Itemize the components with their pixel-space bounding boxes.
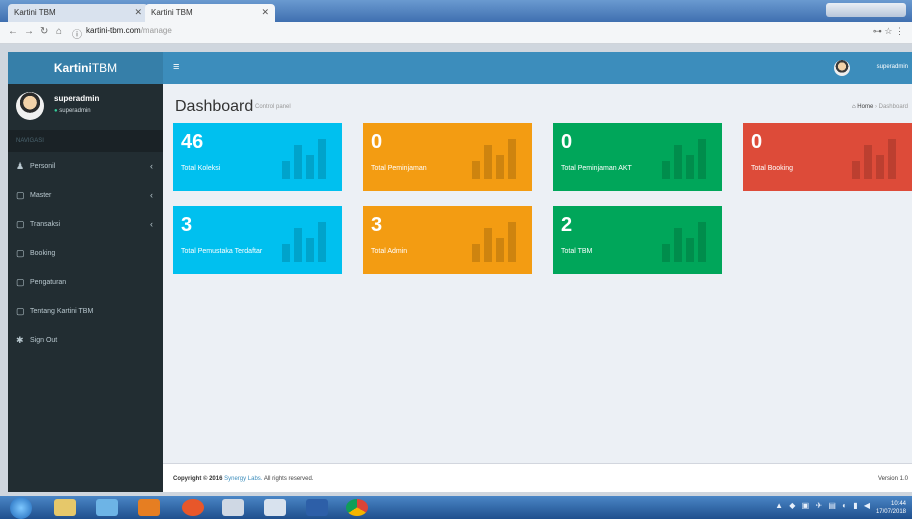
reload-icon[interactable]: ↻ [40, 26, 48, 37]
user-name: superadmin [54, 94, 100, 103]
stat-box-total-peminjaman-akt[interactable]: 0 Total Peminjaman AKT [553, 123, 722, 191]
close-icon[interactable]: ✕ [134, 7, 142, 18]
stat-box-total-koleksi[interactable]: 46 Total Koleksi [173, 123, 342, 191]
sidebar-section-header: NAVIGASI [8, 130, 163, 152]
home-icon[interactable]: ⌂ [56, 26, 62, 37]
content-header: Dashboard Control panel ⌂ Home › Dashboa… [163, 84, 912, 120]
back-icon[interactable]: ← [8, 26, 18, 37]
tab-title: Kartini TBM [151, 8, 193, 17]
top-user-name[interactable]: superadmin [877, 64, 908, 70]
sidebar-item-transaksi[interactable]: ▢ Transaksi ‹ [8, 210, 163, 239]
app-icon[interactable] [96, 499, 118, 516]
app-icon[interactable] [222, 499, 244, 516]
stat-box-total-admin[interactable]: 3 Total Admin [363, 206, 532, 274]
stat-box-total-peminjaman[interactable]: 0 Total Peminjaman [363, 123, 532, 191]
file-icon: ▢ [16, 306, 25, 316]
bookmark-star-icon[interactable]: ⊶ ☆ ⋮ [873, 26, 904, 37]
info-icon: ⓘ [72, 30, 82, 41]
avatar[interactable] [834, 60, 850, 76]
sidebar-item-pengaturan[interactable]: ▢ Pengaturan [8, 268, 163, 297]
admin-app: KartiniTBM superadmin ● superadmin NAVIG… [8, 52, 912, 492]
version-label: Version 1.0 [877, 476, 908, 482]
power-icon: ✱ [16, 335, 24, 345]
browser-tab[interactable]: Kartini TBM ✕ [8, 4, 148, 22]
bar-chart-icon [282, 135, 326, 179]
user-status: ● superadmin [54, 108, 91, 114]
firefox-icon[interactable] [182, 499, 204, 516]
url-field[interactable]: kartini-tbm.com/manage [86, 26, 172, 35]
company-link[interactable]: Synergy Labs. [224, 476, 262, 482]
bar-chart-icon [472, 218, 516, 262]
stat-box-total-pemustaka[interactable]: 3 Total Pemustaka Terdaftar [173, 206, 342, 274]
chevron-left-icon: ‹ [150, 219, 153, 229]
sidebar-item-master[interactable]: ▢ Master ‹ [8, 181, 163, 210]
page-title: Dashboard [175, 98, 254, 115]
sidebar-item-personil[interactable]: ♟ Personil ‹ [8, 152, 163, 181]
os-taskbar: ▲ ◆ ▣ ✈ ▤ ◐ ▮ ◀ 10:44 17/07/2018 [0, 496, 912, 519]
file-icon: ▢ [16, 248, 25, 258]
footer: Copyright © 2016 Synergy Labs. All right… [163, 463, 912, 492]
clock[interactable]: 10:44 17/07/2018 [876, 500, 906, 516]
user-panel: superadmin ● superadmin [8, 84, 163, 130]
breadcrumb: ⌂ Home › Dashboard [851, 104, 908, 110]
bar-chart-icon [662, 218, 706, 262]
bar-chart-icon [852, 135, 896, 179]
chevron-left-icon: ‹ [150, 190, 153, 200]
start-button[interactable] [10, 497, 32, 519]
bar-chart-icon [662, 135, 706, 179]
breadcrumb-home[interactable]: Home [857, 104, 873, 110]
logo[interactable]: KartiniTBM [8, 52, 163, 84]
bar-chart-icon [282, 218, 326, 262]
avatar [16, 92, 44, 120]
sidebar-item-tentang[interactable]: ▢ Tentang Kartini TBM [8, 297, 163, 326]
home-icon: ⌂ [851, 104, 856, 110]
page-subtitle: Control panel [255, 104, 291, 110]
top-navbar: ≡ superadmin [163, 52, 912, 84]
app-icon[interactable] [306, 499, 328, 516]
system-tray-icons[interactable]: ▲ ◆ ▣ ✈ ▤ ◐ ▮ ◀ [775, 501, 872, 510]
breadcrumb-current: Dashboard [878, 104, 908, 110]
user-icon: ♟ [16, 161, 25, 171]
sidebar-item-sign-out[interactable]: ✱ Sign Out [8, 326, 163, 355]
chevron-left-icon: ‹ [150, 161, 153, 171]
forward-icon[interactable]: → [24, 26, 34, 37]
sidebar: KartiniTBM superadmin ● superadmin NAVIG… [8, 52, 163, 492]
copyright: Copyright © 2016 Synergy Labs. All right… [173, 476, 314, 482]
file-icon: ▢ [16, 219, 25, 229]
chrome-icon[interactable] [346, 499, 368, 516]
window-controls[interactable] [826, 3, 906, 17]
sidebar-item-booking[interactable]: ▢ Booking [8, 239, 163, 268]
stat-box-total-tbm[interactable]: 2 Total TBM [553, 206, 722, 274]
file-icon: ▢ [16, 277, 25, 287]
file-icon: ▢ [16, 190, 25, 200]
stat-box-total-booking[interactable]: 0 Total Booking [743, 123, 912, 191]
close-icon[interactable]: ✕ [261, 7, 269, 18]
tab-title: Kartini TBM [14, 8, 56, 17]
menu-toggle-icon[interactable]: ≡ [173, 61, 179, 73]
media-player-icon[interactable] [138, 499, 160, 516]
address-bar: ← → ↻ ⌂ ⓘ kartini-tbm.com/manage ⊶ ☆ ⋮ [0, 22, 912, 44]
browser-tab-bar: Kartini TBM ✕ Kartini TBM ✕ [0, 0, 912, 22]
bar-chart-icon [472, 135, 516, 179]
browser-tab-active[interactable]: Kartini TBM ✕ [145, 4, 275, 22]
explorer-icon[interactable] [54, 499, 76, 516]
folder-icon[interactable] [264, 499, 286, 516]
